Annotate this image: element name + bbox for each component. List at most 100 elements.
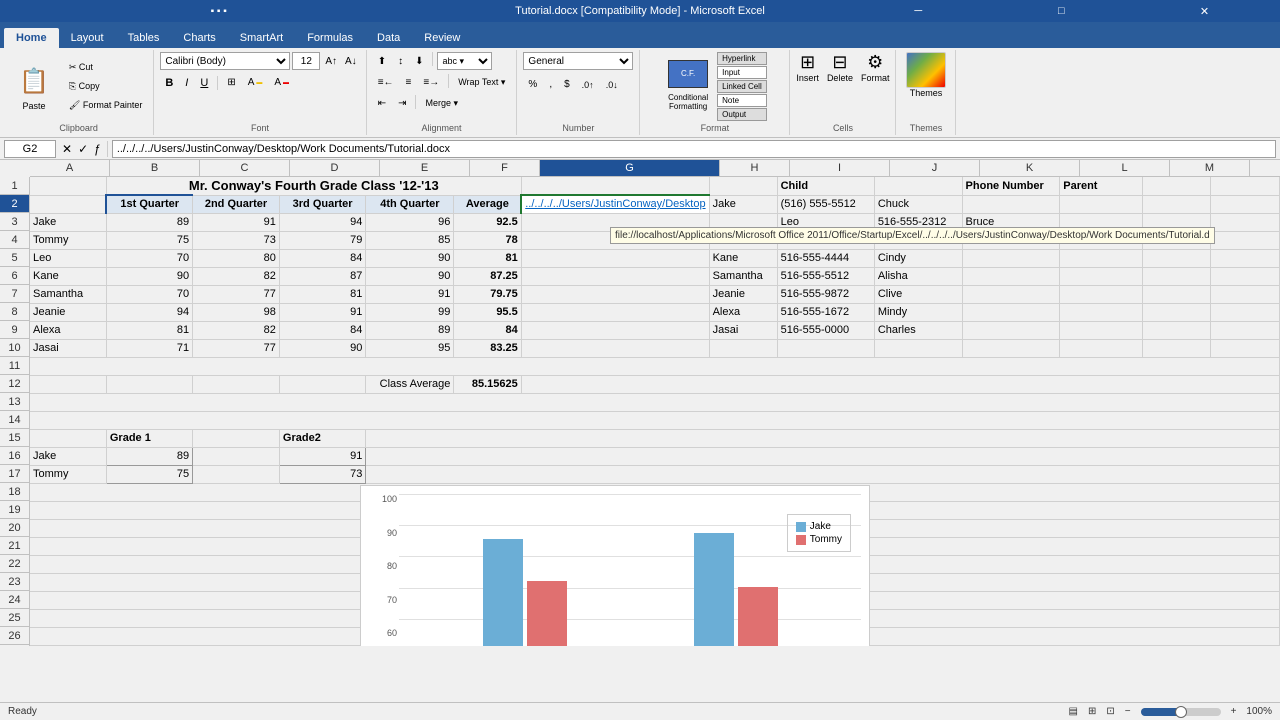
cell-b6[interactable]: 90 xyxy=(106,267,192,285)
cell-b2[interactable]: 1st Quarter xyxy=(106,195,192,213)
cell-d5[interactable]: 84 xyxy=(279,249,365,267)
row-5[interactable]: 5 xyxy=(0,249,29,267)
cell-a3[interactable]: Jake xyxy=(30,213,106,231)
cell-i1[interactable]: Child xyxy=(777,177,874,195)
tab-smartart[interactable]: SmartArt xyxy=(228,28,295,48)
normal-view-button[interactable]: ▤ xyxy=(1069,706,1078,717)
cell-a4[interactable]: Tommy xyxy=(30,231,106,249)
cell-d15[interactable]: Grade2 xyxy=(279,429,365,447)
col-header-d[interactable]: D xyxy=(290,160,380,176)
cell-h9[interactable]: Jasai xyxy=(709,321,777,339)
cell-e9[interactable]: 89 xyxy=(366,321,454,339)
cell-c16[interactable] xyxy=(193,447,280,465)
cell-n6[interactable] xyxy=(1211,267,1280,285)
cell-f3[interactable]: 92.5 xyxy=(454,213,521,231)
window-controls[interactable]: ─ □ ✕ xyxy=(851,5,1272,18)
cell-f8[interactable]: 95.5 xyxy=(454,303,521,321)
cell-g6[interactable] xyxy=(521,267,709,285)
row-16[interactable]: 16 xyxy=(0,447,29,465)
row-25[interactable]: 25 xyxy=(0,609,29,627)
cell-c7[interactable]: 77 xyxy=(193,285,280,303)
cell-m1[interactable] xyxy=(1142,177,1211,195)
row-21[interactable]: 21 xyxy=(0,537,29,555)
cell-a1[interactable] xyxy=(30,177,106,195)
cell-m7[interactable] xyxy=(1142,285,1211,303)
cell-c3[interactable]: 91 xyxy=(193,213,280,231)
cell-e8[interactable]: 99 xyxy=(366,303,454,321)
col-header-m[interactable]: M xyxy=(1170,160,1250,176)
cell-b8[interactable]: 94 xyxy=(106,303,192,321)
cell-e12-label[interactable]: Class Average xyxy=(366,375,454,393)
cell-f10[interactable]: 83.25 xyxy=(454,339,521,357)
cell-row13[interactable] xyxy=(30,393,1280,411)
cell-b4[interactable]: 75 xyxy=(106,231,192,249)
zoom-in-button[interactable]: + xyxy=(1231,706,1237,717)
cell-j7[interactable]: Clive xyxy=(874,285,962,303)
cell-g10[interactable] xyxy=(521,339,709,357)
input-style[interactable]: Input xyxy=(717,66,767,79)
cell-j9[interactable]: Charles xyxy=(874,321,962,339)
align-middle-button[interactable]: ↕ xyxy=(393,52,408,70)
align-center-button[interactable]: ≡ xyxy=(401,74,417,91)
delete-label[interactable]: Delete xyxy=(827,73,853,83)
confirm-formula-button[interactable]: ✓ xyxy=(76,142,90,156)
font-size-increase[interactable]: A↑ xyxy=(322,54,340,69)
cell-e16[interactable] xyxy=(366,447,1280,465)
insert-function-button[interactable]: ƒ xyxy=(92,142,103,156)
row-1[interactable]: 1 xyxy=(0,177,29,195)
zoom-thumb[interactable] xyxy=(1175,706,1187,718)
currency-button[interactable]: $ xyxy=(559,76,575,93)
note-style[interactable]: Note xyxy=(717,94,767,107)
cell-b16[interactable]: 89 xyxy=(106,447,192,465)
decrease-indent-button[interactable]: ⇤ xyxy=(373,95,391,112)
cell-n8[interactable] xyxy=(1211,303,1280,321)
cell-e6[interactable]: 90 xyxy=(366,267,454,285)
cell-c9[interactable]: 82 xyxy=(193,321,280,339)
copy-button[interactable]: ⎘ Copy xyxy=(64,78,147,95)
number-format-select[interactable]: General Number Currency Percentage xyxy=(523,52,633,70)
font-name-select[interactable]: Calibri (Body) xyxy=(160,52,290,70)
cell-k10[interactable] xyxy=(962,339,1060,357)
cell-j1[interactable] xyxy=(874,177,962,195)
cell-b3[interactable]: 89 xyxy=(106,213,192,231)
percent-button[interactable]: % xyxy=(523,76,542,93)
cell-b9[interactable]: 81 xyxy=(106,321,192,339)
row-8[interactable]: 8 xyxy=(0,303,29,321)
cell-g12[interactable] xyxy=(521,375,1279,393)
cell-l2[interactable] xyxy=(1060,195,1142,213)
cell-b17[interactable]: 75 xyxy=(106,465,192,483)
cell-e4[interactable]: 85 xyxy=(366,231,454,249)
cell-c12[interactable] xyxy=(193,375,280,393)
col-header-f[interactable]: F xyxy=(470,160,540,176)
cell-h6[interactable]: Samantha xyxy=(709,267,777,285)
tab-tables[interactable]: Tables xyxy=(116,28,172,48)
cancel-formula-button[interactable]: ✕ xyxy=(60,142,74,156)
cell-g2[interactable]: ../../../../Users/JustinConway/Desktop xyxy=(521,195,709,213)
cell-d16[interactable]: 91 xyxy=(279,447,365,465)
tab-home[interactable]: Home xyxy=(4,28,59,48)
cell-a16[interactable]: Jake xyxy=(30,447,106,465)
row-24[interactable]: 24 xyxy=(0,591,29,609)
close-btn[interactable]: ✕ xyxy=(1137,5,1272,18)
cell-h7[interactable]: Jeanie xyxy=(709,285,777,303)
cell-n10[interactable] xyxy=(1211,339,1280,357)
cell-a7[interactable]: Samantha xyxy=(30,285,106,303)
font-size-input[interactable] xyxy=(292,52,320,70)
cell-a17[interactable]: Tommy xyxy=(30,465,106,483)
row-26[interactable]: 26 xyxy=(0,627,29,645)
row-17[interactable]: 17 xyxy=(0,465,29,483)
cut-button[interactable]: ✂ Cut xyxy=(64,59,147,76)
font-color-button[interactable]: A▬ xyxy=(269,74,294,91)
cell-e17[interactable] xyxy=(366,465,1280,483)
align-bottom-button[interactable]: ⬇ xyxy=(410,52,428,70)
orientation-select[interactable]: abc ▾ xyxy=(437,52,492,70)
zoom-slider[interactable] xyxy=(1141,708,1221,716)
align-left-button[interactable]: ≡← xyxy=(373,74,399,91)
cell-g9[interactable] xyxy=(521,321,709,339)
row-15[interactable]: 15 xyxy=(0,429,29,447)
page-layout-button[interactable]: ⊞ xyxy=(1088,706,1096,717)
cell-b7[interactable]: 70 xyxy=(106,285,192,303)
cell-a8[interactable]: Jeanie xyxy=(30,303,106,321)
cell-e2[interactable]: 4th Quarter xyxy=(366,195,454,213)
cell-row14[interactable] xyxy=(30,411,1280,429)
